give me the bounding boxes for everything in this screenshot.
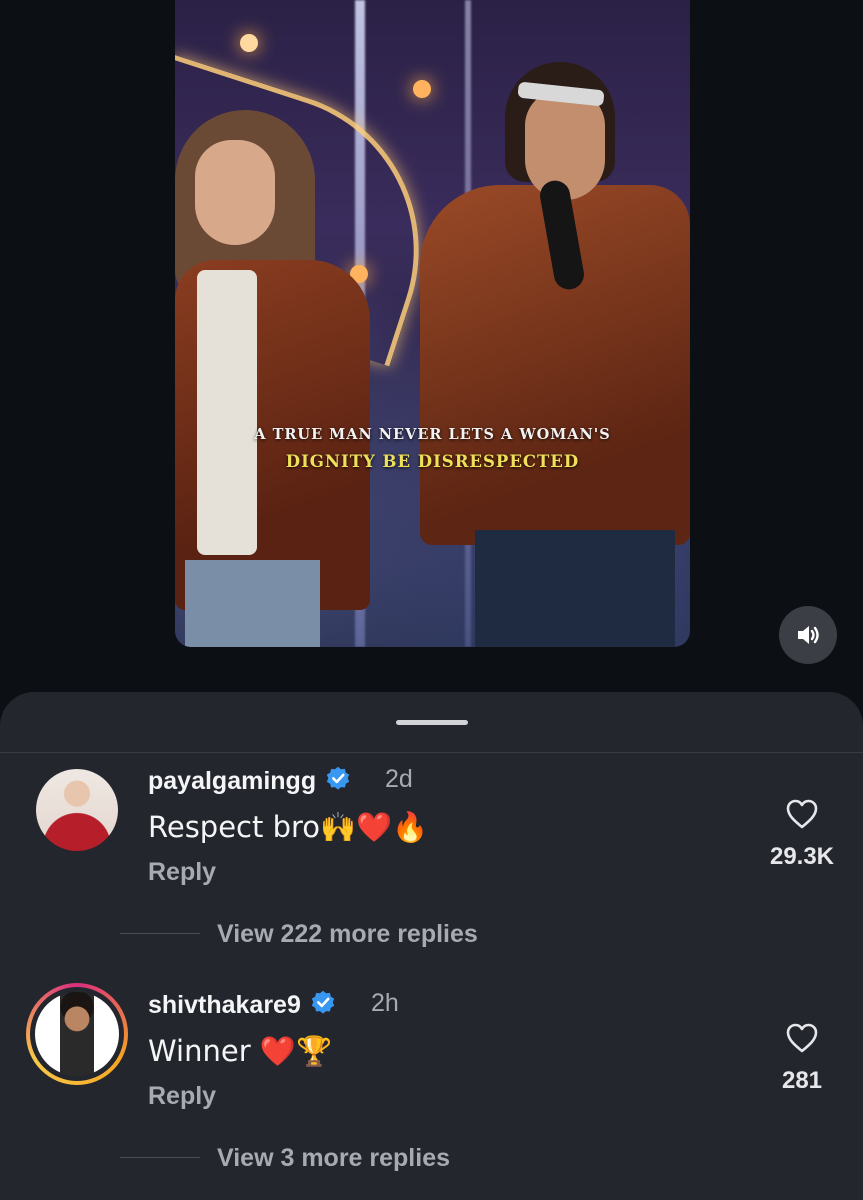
replies-line — [120, 1157, 200, 1158]
avatar — [35, 992, 119, 1076]
comment-time: 2d — [385, 765, 413, 793]
view-replies-button[interactable]: View 3 more replies — [217, 1144, 450, 1173]
comment-username[interactable]: payalgamingg — [148, 765, 352, 796]
drag-handle[interactable] — [396, 720, 468, 725]
reel-video[interactable]: A TRUE MAN NEVER LETS A WOMAN'S DIGNITY … — [175, 0, 690, 647]
like-button[interactable]: 29.3K — [768, 796, 836, 871]
like-button[interactable]: 281 — [768, 1020, 836, 1095]
verified-badge-icon — [326, 766, 350, 790]
comment-text: Winner ❤️🏆 — [148, 1034, 333, 1068]
like-count: 281 — [781, 1067, 823, 1094]
like-count: 29.3K — [769, 843, 835, 870]
avatar[interactable] — [36, 769, 118, 851]
reply-button[interactable]: Reply — [148, 1082, 216, 1111]
avatar-story-ring[interactable] — [26, 983, 128, 1085]
speaker-icon — [798, 626, 819, 644]
replies-line — [120, 933, 200, 934]
comment-text: Respect bro🙌❤️🔥 — [148, 810, 429, 844]
stage-lamp — [413, 80, 431, 98]
stage-lamp — [240, 34, 258, 52]
heart-icon — [786, 1023, 818, 1053]
view-replies-button[interactable]: View 222 more replies — [217, 920, 478, 949]
comment-time: 2h — [371, 989, 399, 1017]
sound-toggle-button[interactable] — [779, 606, 837, 664]
reply-button[interactable]: Reply — [148, 858, 216, 887]
video-caption-line2: DIGNITY BE DISRESPECTED — [285, 452, 580, 471]
video-caption-line1: A TRUE MAN NEVER LETS A WOMAN'S — [254, 426, 611, 443]
heart-icon — [786, 799, 818, 829]
comment-username[interactable]: shivthakare9 — [148, 989, 337, 1020]
verified-badge-icon — [311, 990, 335, 1014]
reel-area: A TRUE MAN NEVER LETS A WOMAN'S DIGNITY … — [0, 0, 863, 700]
divider — [0, 752, 863, 753]
comments-sheet: payalgamingg 2d Respect bro🙌❤️🔥 Reply 29… — [0, 692, 863, 1200]
